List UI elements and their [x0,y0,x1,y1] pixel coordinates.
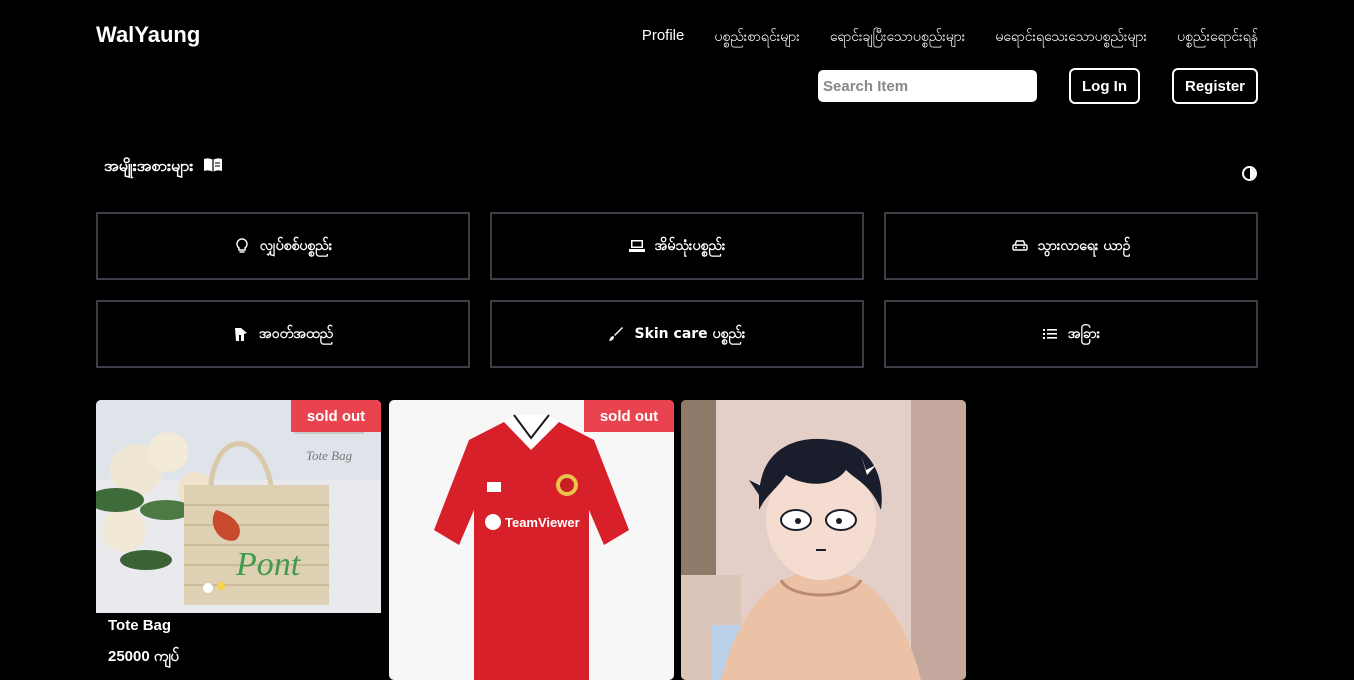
list-icon [1042,326,1058,342]
category-label: လျှပ်စစ်ပစ္စည်း [259,237,333,254]
laptop-icon [628,238,645,254]
category-household[interactable]: အိမ်သုံးပစ္စည်း [490,212,864,280]
category-clothing[interactable]: အဝတ်အထည် [96,300,470,368]
nav-link-item-list[interactable]: ပစ္စည်းစာရင်းများ [714,27,799,48]
categories-heading: အမျိုးအစားများ [104,155,223,179]
nav-link-sell-item[interactable]: ပစ္စည်းရောင်းရန် [1177,27,1258,48]
nav-link-profile[interactable]: Profile [642,27,685,48]
category-label: အခြား [1067,325,1101,342]
product-card-jersey[interactable]: sold out TeamViewer [389,400,674,680]
lightbulb-icon [234,238,250,254]
brand-logo[interactable]: WalYaung [96,22,200,48]
car-icon [1011,238,1028,254]
sold-out-badge: sold out [291,400,381,432]
category-label: သွားလာရေး ယာဉ် [1037,237,1131,254]
nav-link-unsold-items[interactable]: မရောင်းရသေးသောပစ္စည်းများ [995,27,1147,48]
search-input[interactable] [818,70,1037,102]
categories-title: အမျိုးအစားများ [104,156,194,175]
svg-text:Pont: Pont [235,546,302,583]
category-electronics[interactable]: လျှပ်စစ်ပစ္စည်း [96,212,470,280]
category-label: Skin care ပစ္စည်း [634,325,746,342]
red-jersey-photo: TeamViewer [389,400,674,680]
svg-text:TeamViewer: TeamViewer [505,515,580,530]
register-button[interactable]: Register [1172,68,1258,104]
login-button[interactable]: Log In [1069,68,1140,104]
product-card-tote-bag[interactable]: sold out Tote Bag Pont Tote Bag 25000 ကျ… [96,400,381,680]
sold-out-badge: sold out [584,400,674,432]
category-label: အိမ်သုံးပစ္စည်း [654,237,726,254]
nav-link-sold-items[interactable]: ရောင်းချပြီးသောပစ္စည်းများ [830,27,966,48]
book-icon [203,157,223,177]
product-price: 25000 ကျပ် [108,648,180,665]
product-card-anime[interactable] [681,400,966,680]
product-name: Tote Bag [108,617,172,634]
category-label: အဝတ်အထည် [258,325,334,342]
category-other[interactable]: အခြား [884,300,1258,368]
nav-links: Profile ပစ္စည်းစာရင်းများ ရောင်းချပြီးသေ… [642,27,1258,48]
brush-icon [608,326,624,342]
category-vehicles[interactable]: သွားလာရေး ယာဉ် [884,212,1258,280]
svg-text:Tote Bag: Tote Bag [306,448,353,463]
category-skin-care[interactable]: Skin care ပစ္စည်း [490,300,864,368]
hanger-icon [233,326,249,342]
contrast-icon[interactable] [1242,166,1257,181]
top-navbar: WalYaung Profile ပစ္စည်းစာရင်းများ ရောင်… [96,0,1258,72]
anime-boy-photo [681,400,966,680]
